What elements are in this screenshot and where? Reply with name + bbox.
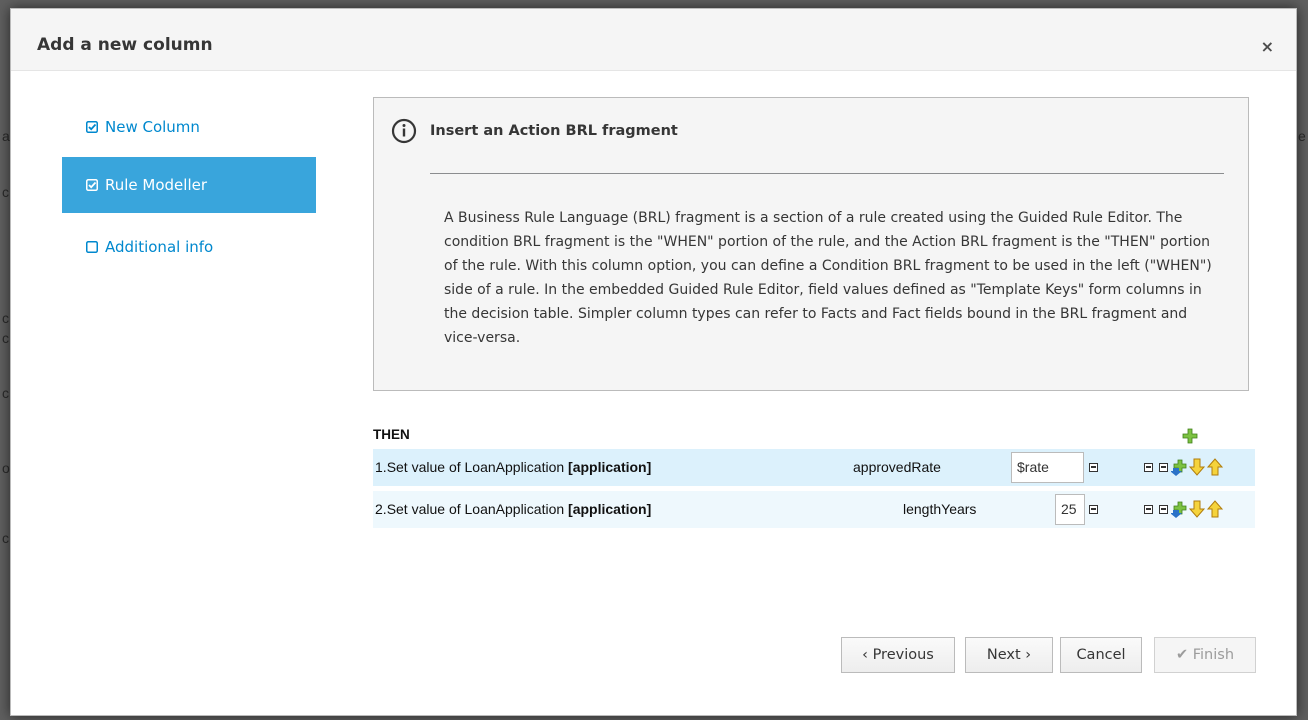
- remove-icon[interactable]: [1089, 505, 1098, 514]
- step-label: Rule Modeller: [105, 176, 208, 194]
- divider: [430, 173, 1224, 174]
- move-up-icon[interactable]: [1206, 458, 1224, 476]
- remove-icon[interactable]: [1159, 463, 1168, 472]
- step-additional-info[interactable]: Additional info: [62, 219, 316, 275]
- info-body: A Business Rule Language (BRL) fragment …: [444, 210, 1212, 346]
- value-input[interactable]: $rate: [1011, 452, 1084, 483]
- background-fragment: c: [2, 330, 9, 346]
- binding-label: [application]: [568, 501, 652, 517]
- remove-icon[interactable]: [1159, 505, 1168, 514]
- cancel-button[interactable]: Cancel: [1060, 637, 1142, 673]
- check-square-icon: [86, 179, 98, 191]
- remove-icon[interactable]: [1089, 463, 1098, 472]
- step-label: New Column: [105, 118, 200, 136]
- background-fragment: a: [2, 128, 10, 144]
- finish-button[interactable]: ✔ Finish: [1154, 637, 1256, 673]
- background-fragment: c: [2, 530, 9, 546]
- info-title: Insert an Action BRL fragment: [430, 123, 678, 139]
- previous-button[interactable]: ‹ Previous: [841, 637, 955, 673]
- move-up-icon[interactable]: [1206, 500, 1224, 518]
- step-new-column[interactable]: New Column: [62, 99, 316, 155]
- remove-icon[interactable]: [1144, 505, 1153, 514]
- add-below-icon[interactable]: [1171, 500, 1189, 518]
- info-panel: Insert an Action BRL fragment A Business…: [373, 97, 1249, 391]
- background-fragment: c: [2, 385, 9, 401]
- square-icon: [86, 241, 98, 253]
- background-fragment: o: [2, 460, 10, 476]
- value-input[interactable]: 25: [1055, 494, 1085, 525]
- action-description: 2.Set value of LoanApplication [applicat…: [375, 501, 652, 517]
- step-rule-modeller[interactable]: Rule Modeller: [62, 157, 316, 213]
- info-circle-icon: [391, 118, 417, 144]
- add-column-dialog: Add a new column × New Column Rule Model…: [10, 8, 1297, 716]
- next-button[interactable]: Next ›: [965, 637, 1053, 673]
- move-down-icon[interactable]: [1188, 458, 1206, 476]
- dialog-header: Add a new column ×: [11, 9, 1296, 71]
- action-row: 1.Set value of LoanApplication [applicat…: [373, 449, 1255, 486]
- move-down-icon[interactable]: [1188, 500, 1206, 518]
- action-description: 1.Set value of LoanApplication [applicat…: [375, 459, 652, 475]
- remove-icon[interactable]: [1144, 463, 1153, 472]
- close-button[interactable]: ×: [1261, 37, 1274, 56]
- background-fragment: e: [1298, 128, 1306, 144]
- then-label: THEN: [373, 427, 410, 442]
- add-icon[interactable]: [1182, 428, 1198, 444]
- field-name: lengthYears: [903, 501, 977, 517]
- check-square-icon: [86, 121, 98, 133]
- field-name: approvedRate: [853, 459, 941, 475]
- background-fragment: c: [2, 310, 9, 326]
- binding-label: [application]: [568, 459, 652, 475]
- action-row: 2.Set value of LoanApplication [applicat…: [373, 491, 1255, 528]
- dialog-title: Add a new column: [37, 35, 213, 55]
- add-below-icon[interactable]: [1171, 458, 1189, 476]
- background-fragment: c: [2, 184, 9, 200]
- step-label: Additional info: [105, 238, 214, 256]
